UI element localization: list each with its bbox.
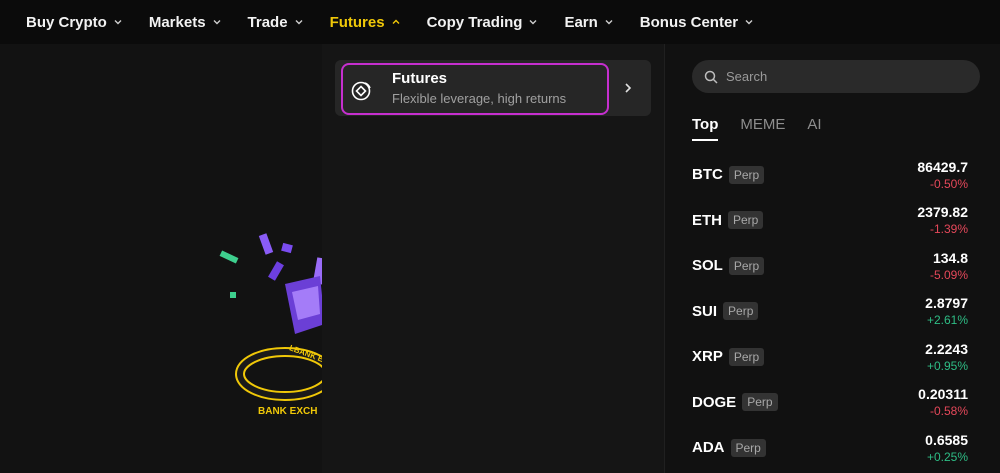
market-list: BTC Perp 86429.7 -0.50% ETH Perp 2379.82 -1.… [692, 152, 968, 471]
change: -0.58% [929, 404, 968, 419]
symbol: SOL [692, 257, 723, 275]
market-row-sol[interactable]: SOL Perp 134.8 -5.09% [692, 243, 968, 289]
market-row-doge[interactable]: DOGE Perp 0.20311 -0.58% [692, 380, 968, 426]
chevron-down-icon [114, 20, 122, 25]
nav-buy-crypto[interactable]: Buy Crypto [26, 14, 123, 31]
price: 86429.7 [917, 158, 968, 175]
nav-futures[interactable]: Futures [330, 14, 401, 31]
chevron-up-icon [392, 19, 400, 24]
change: -5.09% [929, 267, 968, 282]
nav-trade[interactable]: Trade [248, 14, 304, 31]
chevron-right-icon[interactable] [622, 81, 634, 95]
nav-label: Markets [148, 13, 206, 31]
promo-artwork: BANK EXCH LBANK E [219, 233, 322, 417]
symbol: BTC [692, 166, 723, 184]
nav-label: Earn [564, 13, 598, 31]
perp-badge: Perp [728, 165, 765, 184]
tab-ai[interactable]: AI [807, 116, 821, 141]
market-row-eth[interactable]: ETH Perp 2379.82 -1.39% [692, 198, 968, 244]
market-row-xrp[interactable]: XRP Perp 2.2243 +0.95% [692, 334, 968, 380]
nav-label: Futures [329, 13, 385, 31]
price: 0.6585 [925, 431, 968, 448]
market-row-btc[interactable]: BTC Perp 86429.7 -0.50% [692, 152, 968, 198]
promo-area: BANK EXCH LBANK E [0, 44, 322, 473]
perp-badge: Perp [728, 347, 765, 366]
price: 2.8797 [925, 295, 968, 312]
tab-top[interactable]: Top [692, 116, 719, 141]
chevron-down-icon [745, 20, 753, 25]
futures-menu-title: Futures [392, 70, 448, 87]
market-tabs: Top MEME AI [692, 116, 844, 141]
nav-bonus-center[interactable]: Bonus Center [640, 14, 754, 31]
price: 2.2243 [925, 340, 968, 357]
perp-badge: Perp [730, 438, 766, 457]
nav-label: Bonus Center [639, 13, 739, 31]
change: -0.50% [929, 176, 968, 191]
perp-badge: Perp [742, 393, 778, 412]
search-box[interactable] [692, 60, 980, 93]
perp-badge: Perp [728, 211, 764, 230]
market-row-ada[interactable]: ADA Perp 0.6585 +0.25% [692, 425, 968, 471]
nav-earn[interactable]: Earn [564, 14, 613, 31]
top-nav: Buy Crypto Markets Trade Futures Copy Tr… [0, 0, 1000, 44]
search-icon [704, 70, 718, 84]
change: +0.25% [926, 449, 968, 464]
chevron-down-icon [605, 20, 613, 25]
chevron-down-icon [295, 20, 303, 25]
price: 134.8 [932, 249, 968, 266]
symbol: DOGE [692, 393, 737, 411]
symbol: ETH [692, 211, 722, 229]
change: +2.61% [926, 313, 968, 328]
selection-highlight [341, 63, 609, 115]
search-input[interactable] [726, 69, 966, 84]
symbol: XRP [692, 348, 723, 366]
futures-menu-subtitle: Flexible leverage, high returns [392, 91, 567, 106]
change: -1.39% [929, 222, 968, 237]
nav-markets[interactable]: Markets [149, 14, 222, 31]
chevron-down-icon [213, 20, 221, 25]
market-panel: Top MEME AI BTC Perp 86429.7-0.50% ETH Per… [665, 44, 1000, 473]
tab-meme[interactable]: MEME [740, 116, 785, 141]
nav-label: Buy Crypto [26, 13, 107, 31]
price: 2379.82 [917, 204, 968, 221]
nav-label: Trade [247, 13, 288, 31]
market-row-sui[interactable]: SUI Perp 2.8797 +2.61% [692, 289, 968, 335]
symbol: SUI [692, 302, 718, 320]
change: +0.95% [926, 358, 968, 373]
futures-dropdown: Futures Flexible leverage, high returns [322, 44, 665, 473]
perp-badge: Perp [723, 302, 759, 321]
nav-copy-trading[interactable]: Copy Trading [427, 14, 539, 31]
symbol: ADA [692, 439, 725, 457]
price: 0.20311 [918, 386, 968, 403]
futures-icon [351, 81, 371, 101]
chevron-down-icon [529, 20, 537, 25]
promo-banner-text: BANK EXCH [258, 406, 317, 417]
nav-label: Copy Trading [426, 13, 523, 31]
perp-badge: Perp [728, 256, 765, 275]
